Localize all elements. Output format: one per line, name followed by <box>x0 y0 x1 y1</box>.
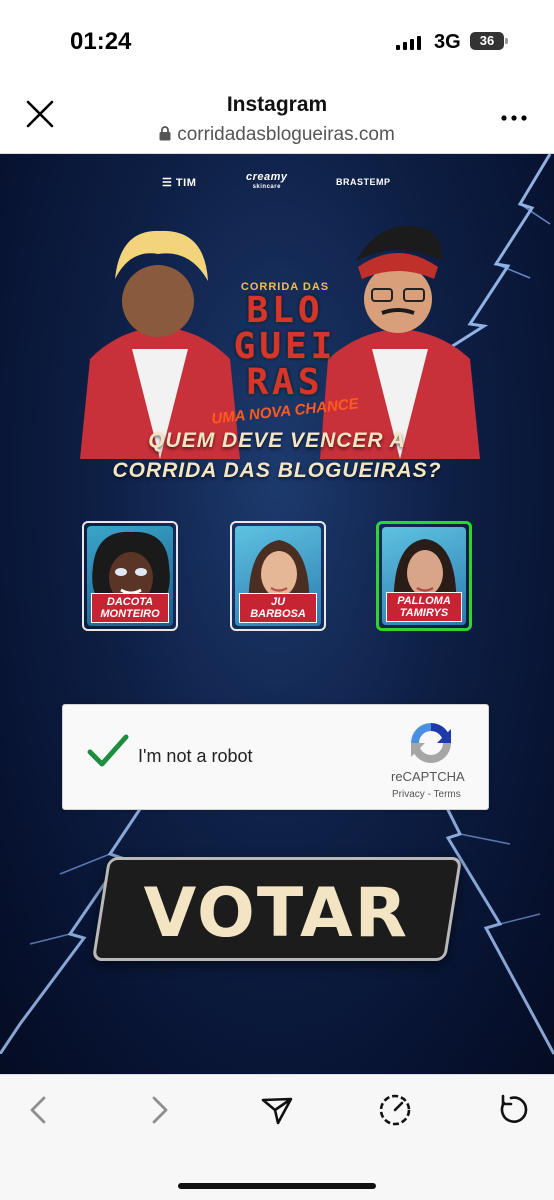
browser-title: Instagram <box>226 93 328 116</box>
vote-button[interactable]: VOTAR <box>91 857 463 961</box>
candidate-first-name: DACOTA <box>106 596 154 608</box>
recaptcha-label: I'm not a robot <box>138 746 253 766</box>
hero-banner: CORRIDA DAS BLO GUEI RAS UMA NOVA CHANCE <box>60 209 494 459</box>
question-line-1: QUEM DEVE VENCER A <box>148 429 406 452</box>
web-content: ☰ TIM creamy skincare BRASTEMP CORRIDA D… <box>0 154 554 1074</box>
question-line-2: CORRIDA DAS BLOGUEIRAS? <box>112 459 442 482</box>
chevron-right-icon <box>152 1096 168 1124</box>
candidate-last-name: BARBOSA <box>250 608 306 620</box>
status-time: 01:24 <box>70 28 132 55</box>
vote-button-label: VOTAR <box>143 874 409 953</box>
browser-url[interactable]: corridadasblogueiras.com <box>0 124 554 146</box>
status-bar: 01:24 3G 36 <box>0 0 554 80</box>
chevron-left-icon <box>30 1096 46 1124</box>
ellipsis-icon <box>501 115 527 121</box>
forward-button[interactable] <box>142 1093 176 1127</box>
recaptcha-terms-link[interactable]: Terms <box>434 789 461 800</box>
candidate-last-name: TAMIRYS <box>399 607 449 619</box>
browser-header: Instagram corridadasblogueiras.com <box>0 80 554 154</box>
candidate-name-badge: DACOTA MONTEIRO <box>91 593 169 623</box>
sponsor-row: ☰ TIM creamy skincare BRASTEMP <box>0 171 554 194</box>
recaptcha-checkbox[interactable] <box>87 733 129 769</box>
candidate-card-ju-barbosa[interactable]: JU BARBOSA <box>230 521 326 631</box>
cellular-signal-icon <box>396 36 421 50</box>
timer-button[interactable] <box>378 1093 412 1127</box>
vote-question: QUEM DEVE VENCER A CORRIDA DAS BLOGUEIRA… <box>0 426 554 486</box>
candidate-card-dacota-monteiro[interactable]: DACOTA MONTEIRO <box>82 521 178 631</box>
url-text: corridadasblogueiras.com <box>177 124 395 145</box>
logo-line-3: RAS <box>246 362 324 403</box>
sponsor-creamy: creamy skincare <box>246 171 288 191</box>
recaptcha-privacy-link[interactable]: Privacy <box>392 789 425 800</box>
lock-icon <box>159 126 171 141</box>
recaptcha-logo-icon <box>411 723 451 763</box>
browser-toolbar <box>0 1074 554 1200</box>
share-button[interactable] <box>260 1093 294 1127</box>
candidate-first-name: JU <box>270 596 286 608</box>
network-type: 3G <box>434 31 461 53</box>
reload-icon <box>500 1094 528 1123</box>
show-logo: CORRIDA DAS BLO GUEI RAS UMA NOVA CHANCE <box>210 281 360 428</box>
logo-line-1: BLO <box>246 290 324 331</box>
reload-button[interactable] <box>496 1093 530 1127</box>
send-icon <box>261 1097 293 1125</box>
logo-line-2: GUEI <box>233 326 337 367</box>
sponsor-brastemp: BRASTEMP <box>336 177 391 187</box>
checkmark-icon <box>87 734 129 767</box>
candidate-name-badge: JU BARBOSA <box>239 593 317 623</box>
candidate-last-name: MONTEIRO <box>100 608 160 620</box>
battery-level: 36 <box>479 33 495 48</box>
candidate-name-badge: PALLOMA TAMIRYS <box>386 592 462 622</box>
home-indicator[interactable] <box>178 1183 376 1189</box>
recaptcha-brand: reCAPTCHA <box>391 769 465 784</box>
screen: 01:24 3G 36 Instagram corridadasblogueir… <box>0 0 554 1200</box>
back-button[interactable] <box>22 1093 56 1127</box>
candidate-card-palloma-tamirys[interactable]: PALLOMA TAMIRYS <box>376 521 472 631</box>
more-options-button[interactable] <box>500 110 528 121</box>
candidate-first-name: PALLOMA <box>397 595 451 607</box>
recaptcha-links: Privacy - Terms <box>392 789 461 800</box>
battery-icon: 36 <box>470 32 508 50</box>
gauge-icon <box>379 1094 411 1126</box>
recaptcha-widget: I'm not a robot reCAPTCHA Privacy - Term… <box>62 704 489 810</box>
sponsor-tim: ☰ TIM <box>162 177 197 189</box>
recaptcha-link-separator: - <box>424 789 434 800</box>
